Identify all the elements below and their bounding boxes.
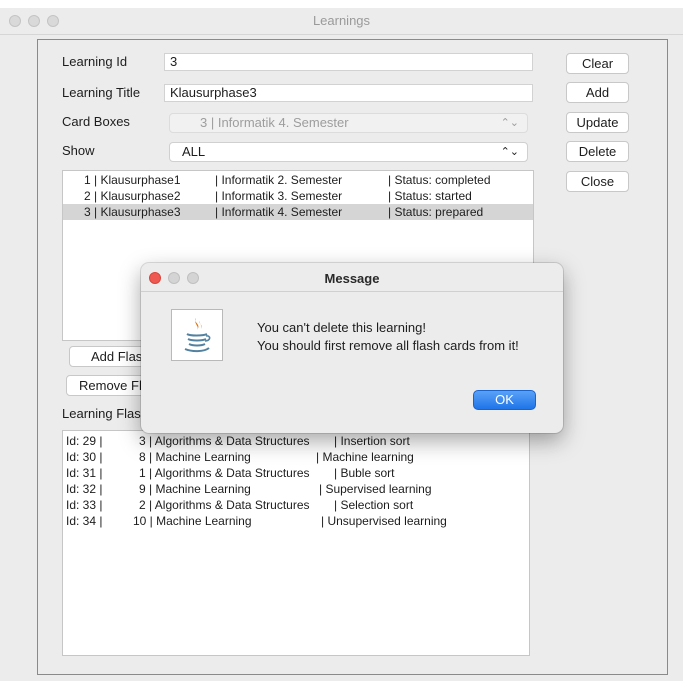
title-bar: Learnings <box>0 8 683 35</box>
card-boxes-select[interactable]: 3 | Informatik 4. Semester ⌃⌄ <box>169 113 528 133</box>
learning-name: 3 | Klausurphase3 <box>84 205 181 219</box>
flash-cards-list[interactable]: Id: 29 | 3 | Algorithms & Data Structure… <box>62 430 530 656</box>
flash-card-name: | Buble sort <box>334 466 395 480</box>
select-arrows-icon: ⌃⌄ <box>500 117 519 129</box>
update-button[interactable]: Update <box>566 112 629 133</box>
delete-button[interactable]: Delete <box>566 141 629 162</box>
show-selected-value: ALL <box>182 144 206 159</box>
list-item[interactable]: Id: 34 | 10 | Machine Learning | Unsuper… <box>63 513 529 529</box>
list-item-selected[interactable]: 3 | Klausurphase3 | Informatik 4. Semest… <box>63 204 533 220</box>
list-item[interactable]: Id: 31 | 1 | Algorithms & Data Structure… <box>63 465 529 481</box>
flash-card-id: Id: 33 | <box>66 498 103 512</box>
clear-button[interactable]: Clear <box>566 53 629 74</box>
flash-card-name: | Insertion sort <box>334 434 410 448</box>
learning-box: | Informatik 3. Semester <box>215 189 343 203</box>
flash-card-id: Id: 34 | <box>66 514 103 528</box>
show-select[interactable]: ALL ⌃⌄ <box>169 142 528 162</box>
flash-card-name: | Unsupervised learning <box>321 514 447 528</box>
learning-box: | Informatik 4. Semester <box>215 205 343 219</box>
card-boxes-selected-value: 3 | Informatik 4. Semester <box>200 115 349 130</box>
dialog-message-line-2: You should first remove all flash cards … <box>257 338 519 353</box>
flash-card-name: | Supervised learning <box>319 482 432 496</box>
learning-status: | Status: completed <box>388 173 491 187</box>
learning-name: 1 | Klausurphase1 <box>84 173 181 187</box>
flash-card-box: 8 | Machine Learning <box>139 450 251 464</box>
list-item[interactable]: 1 | Klausurphase1 | Informatik 2. Semest… <box>63 172 533 188</box>
learning-status: | Status: started <box>388 189 472 203</box>
flash-card-box: 3 | Algorithms & Data Structures <box>139 434 310 448</box>
flash-card-id: Id: 31 | <box>66 466 103 480</box>
flash-card-box: 1 | Algorithms & Data Structures <box>139 466 310 480</box>
window-title: Learnings <box>312 13 371 28</box>
learning-id-field[interactable]: 3 <box>164 53 533 71</box>
add-button[interactable]: Add <box>566 82 629 103</box>
learning-title-field[interactable]: Klausurphase3 <box>164 84 533 102</box>
card-boxes-label: Card Boxes <box>62 114 130 129</box>
list-item[interactable]: Id: 32 | 9 | Machine Learning | Supervis… <box>63 481 529 497</box>
flash-card-box: 9 | Machine Learning <box>139 482 251 496</box>
flash-card-id: Id: 32 | <box>66 482 103 496</box>
learning-name: 2 | Klausurphase2 <box>84 189 181 203</box>
select-arrows-icon: ⌃⌄ <box>500 146 519 158</box>
learning-box: | Informatik 2. Semester <box>215 173 343 187</box>
dialog-title: Message <box>324 271 380 286</box>
list-item[interactable]: Id: 30 | 8 | Machine Learning | Machine … <box>63 449 529 465</box>
learning-id-label: Learning Id <box>62 54 128 69</box>
learning-title-label: Learning Title <box>62 85 141 100</box>
flash-card-id: Id: 29 | <box>66 434 103 448</box>
learning-status: | Status: prepared <box>388 205 484 219</box>
dialog-message-line-1: You can't delete this learning! <box>257 320 426 335</box>
flash-card-box: 10 | Machine Learning <box>133 514 252 528</box>
flash-card-id: Id: 30 | <box>66 450 103 464</box>
flash-card-name: | Selection sort <box>334 498 414 512</box>
list-item[interactable]: 2 | Klausurphase2 | Informatik 3. Semest… <box>63 188 533 204</box>
list-item[interactable]: Id: 29 | 3 | Algorithms & Data Structure… <box>63 433 529 449</box>
show-label: Show <box>62 143 95 158</box>
flash-card-box: 2 | Algorithms & Data Structures <box>139 498 310 512</box>
ok-button[interactable]: OK <box>473 390 536 410</box>
list-item[interactable]: Id: 33 | 2 | Algorithms & Data Structure… <box>63 497 529 513</box>
message-dialog: Message You can't delete this learning! … <box>141 263 563 433</box>
dialog-title-divider <box>141 291 563 292</box>
close-button[interactable]: Close <box>566 171 629 192</box>
learning-flash-cards-label: Learning Flas <box>62 406 141 421</box>
flash-card-name: | Machine learning <box>316 450 414 464</box>
java-icon <box>171 309 223 361</box>
